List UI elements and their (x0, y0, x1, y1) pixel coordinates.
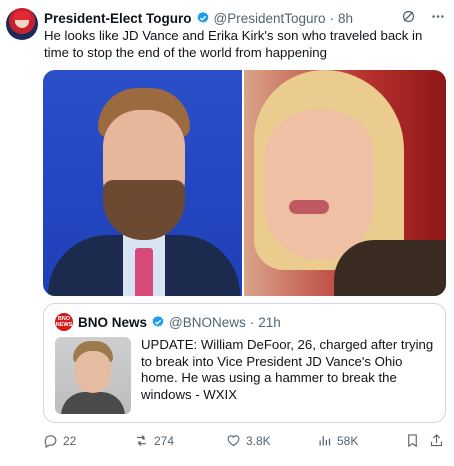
grok-icon[interactable] (401, 9, 416, 24)
author-name[interactable]: President-Elect Toguro (44, 11, 192, 26)
quote-separator: · (249, 314, 255, 330)
author-avatar[interactable] (6, 8, 38, 40)
repost-icon (137, 435, 146, 446)
tweet: President-Elect Toguro @PresidentToguro … (0, 0, 454, 466)
quote-header: BNO News @BNONews · 21h (78, 313, 281, 331)
media-image-left[interactable] (43, 70, 242, 296)
header-separator: · (329, 10, 335, 26)
views-button[interactable]: 58K (317, 433, 358, 448)
quote-author-name[interactable]: BNO News (78, 315, 147, 330)
tweet-media[interactable] (43, 70, 446, 296)
heart-icon (227, 435, 240, 447)
verified-badge-icon (196, 11, 209, 23)
share-icon[interactable] (429, 433, 444, 448)
more-options-icon[interactable] (430, 9, 446, 24)
repost-count: 274 (154, 433, 175, 448)
quote-author-handle[interactable]: @BNONews (169, 315, 246, 330)
quote-thumbnail[interactable] (55, 337, 131, 414)
quoted-tweet[interactable]: BNO NEWS BNO News @BNONews · 21h UPDATE:… (43, 303, 446, 423)
quote-time[interactable]: 21h (258, 315, 281, 330)
verified-badge-icon (152, 315, 164, 327)
repost-button[interactable]: 274 (134, 433, 174, 448)
bookmark-icon[interactable] (405, 433, 420, 448)
tweet-text: He looks like JD Vance and Erika Kirk's … (44, 28, 423, 60)
like-count: 3.8K (246, 433, 271, 448)
tweet-header: President-Elect Toguro @PresidentToguro … (44, 9, 353, 27)
views-count: 58K (337, 433, 359, 448)
quote-author-avatar[interactable]: BNO NEWS (55, 313, 73, 331)
action-bar: 22 274 3.8K 58K (43, 433, 446, 451)
like-button[interactable]: 3.8K (226, 433, 271, 448)
tweet-time[interactable]: 8h (338, 11, 353, 26)
reply-button[interactable]: 22 (43, 433, 76, 448)
reply-icon (44, 435, 57, 448)
views-icon (319, 436, 331, 446)
author-handle[interactable]: @PresidentToguro (214, 11, 326, 26)
media-image-right[interactable] (244, 70, 446, 296)
header-actions (401, 9, 446, 24)
reply-count: 22 (63, 433, 77, 448)
quote-text: UPDATE: William DeFoor, 26, charged afte… (141, 337, 434, 402)
